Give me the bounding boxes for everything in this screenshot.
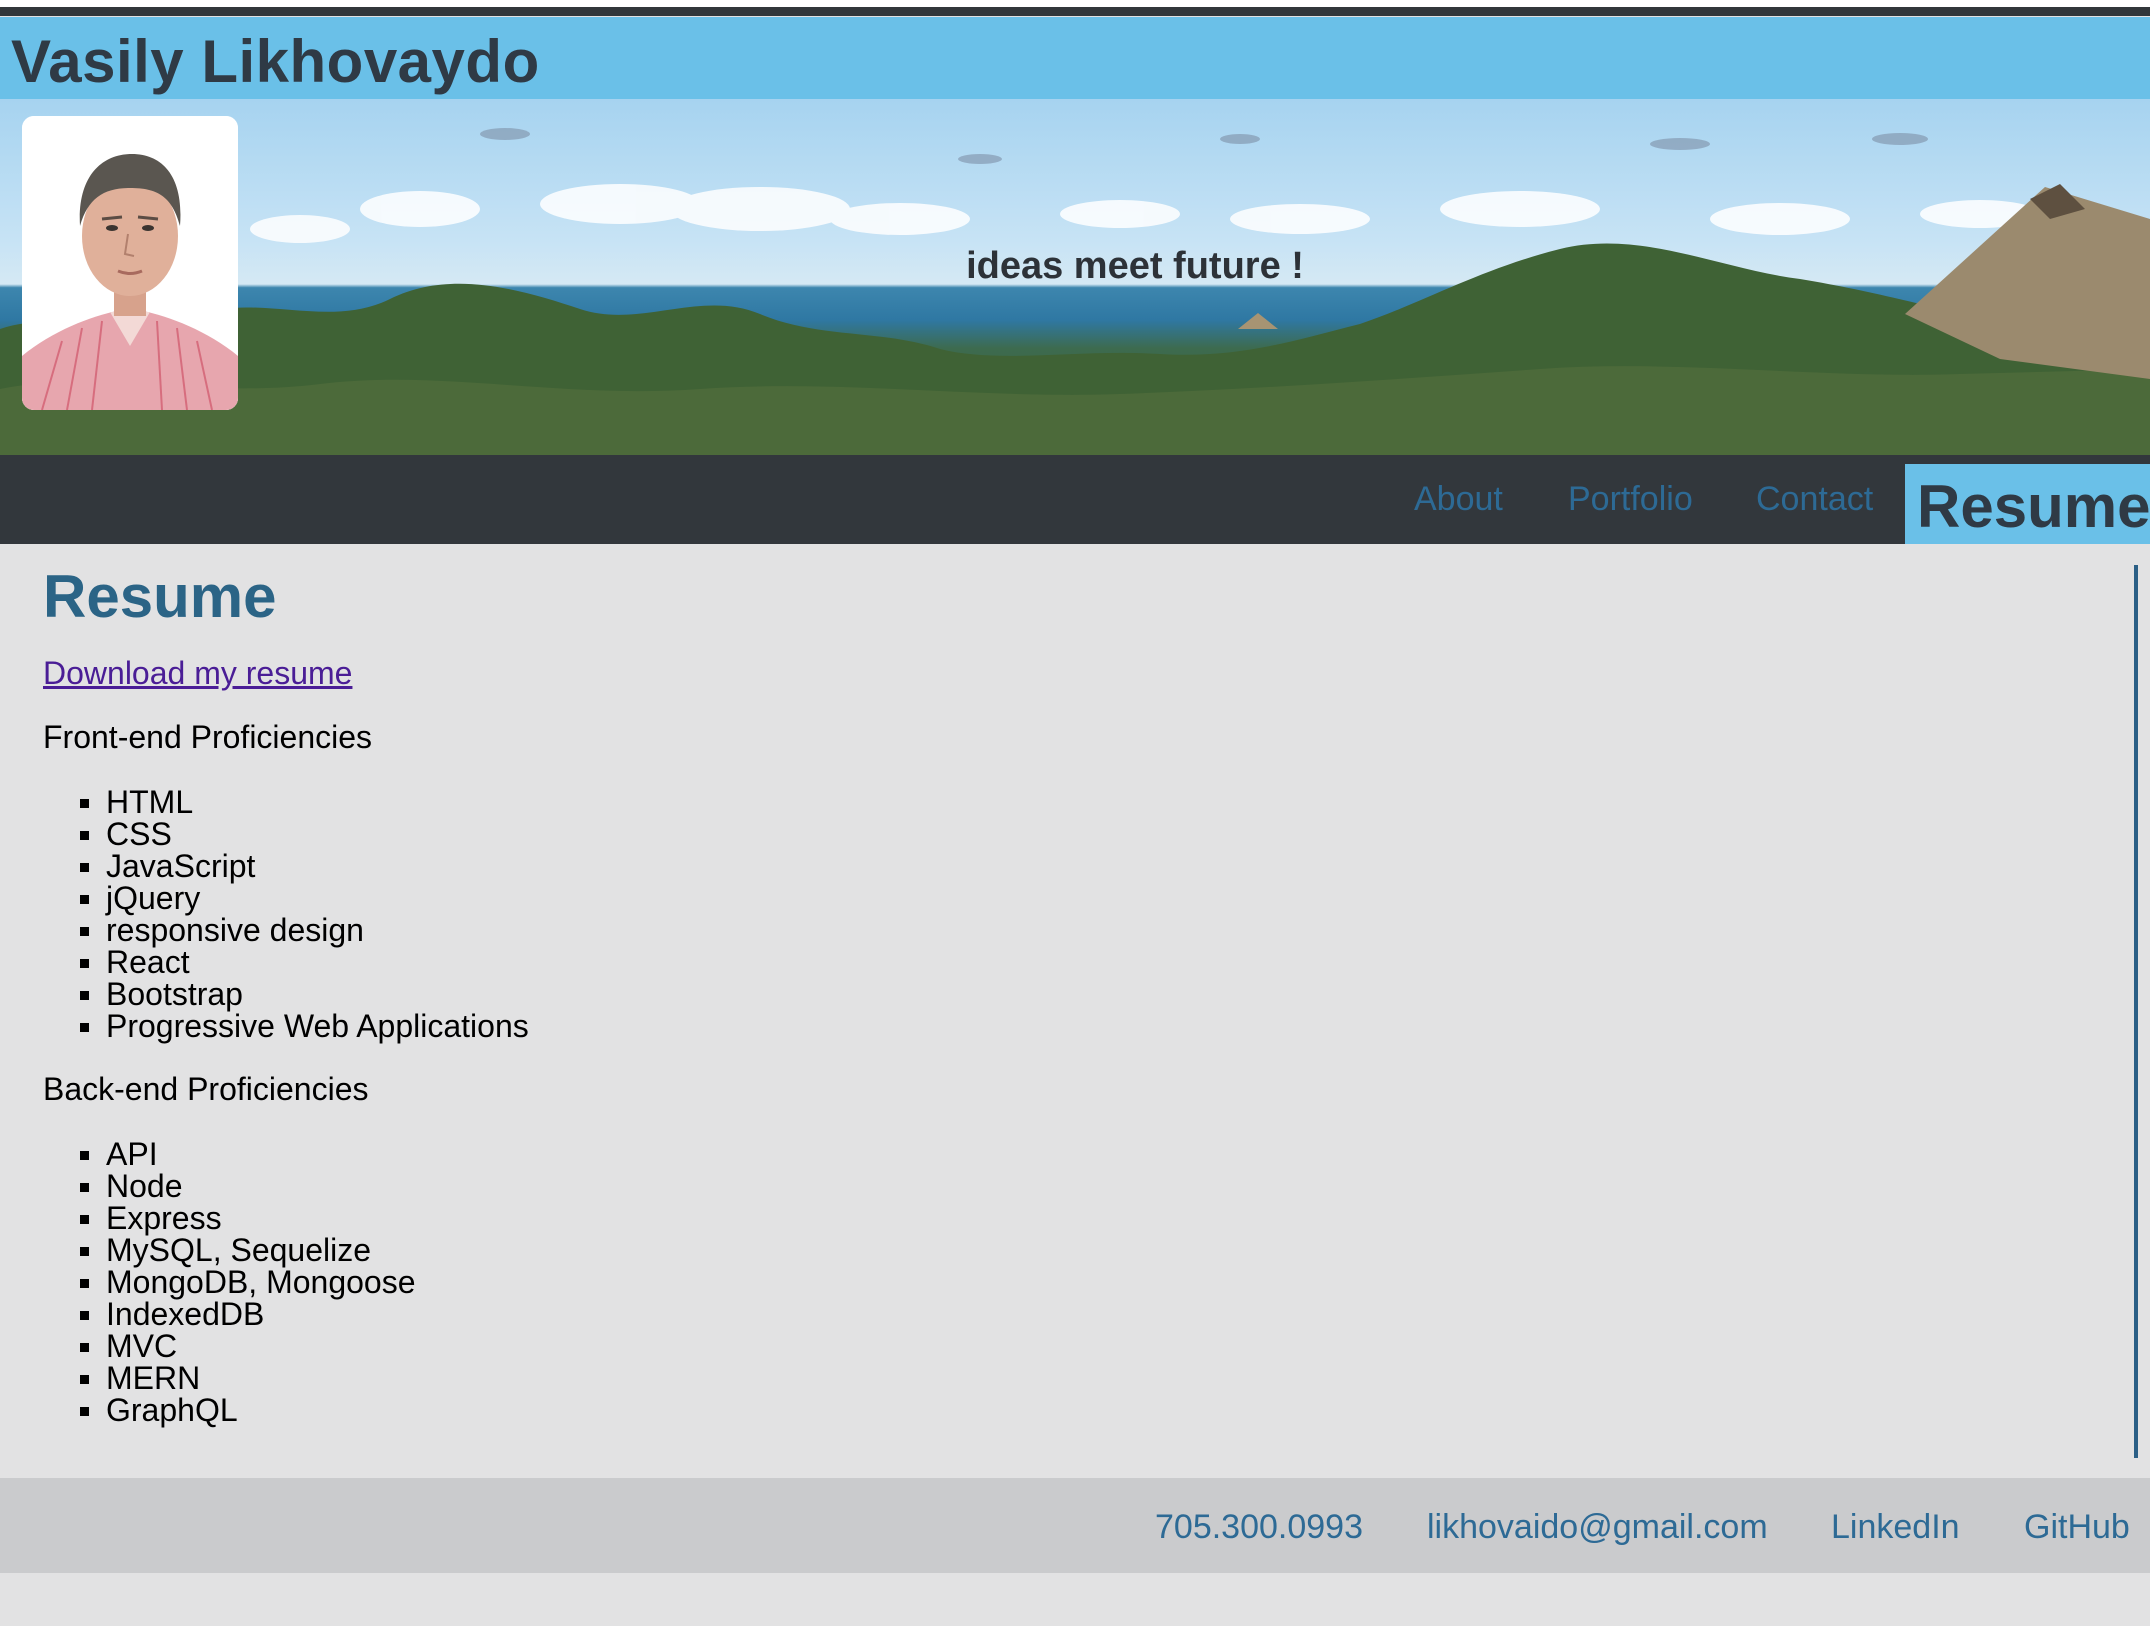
bullet-icon xyxy=(80,991,89,1000)
footer-phone-link[interactable]: 705.300.0993 xyxy=(1155,1508,1363,1547)
list-item: MERN xyxy=(0,1362,416,1394)
nav-about-link[interactable]: About xyxy=(1414,480,1503,519)
site-title: Vasily Likhovaydo xyxy=(11,28,540,95)
list-item: jQuery xyxy=(0,882,529,914)
list-item: Node xyxy=(0,1170,416,1202)
frontend-skills-list: HTML CSS JavaScript jQuery responsive de… xyxy=(0,786,529,1042)
bullet-icon xyxy=(80,1023,89,1032)
bullet-icon xyxy=(80,1311,89,1320)
nav-portfolio-link[interactable]: Portfolio xyxy=(1568,480,1693,519)
list-item: IndexedDB xyxy=(0,1298,416,1330)
bullet-icon xyxy=(80,831,89,840)
bullet-icon xyxy=(80,895,89,904)
bullet-icon xyxy=(80,1407,89,1416)
site-footer: 705.300.0993 likhovaido@gmail.com Linked… xyxy=(0,1478,2150,1573)
list-item: Express xyxy=(0,1202,416,1234)
nav-resume-active-tab[interactable]: Resume xyxy=(1905,464,2150,544)
hero-tagline: ideas meet future ! xyxy=(966,245,1304,287)
bullet-icon xyxy=(80,799,89,808)
main-navigation: About Portfolio Contact Resume xyxy=(0,455,2150,544)
frontend-heading: Front-end Proficiencies xyxy=(43,719,373,755)
site-header: Vasily Likhovaydo xyxy=(0,17,2150,99)
bullet-icon xyxy=(80,1375,89,1384)
list-item: MySQL, Sequelize xyxy=(0,1234,416,1266)
list-item: MVC xyxy=(0,1330,416,1362)
list-item: responsive design xyxy=(0,914,529,946)
bullet-icon xyxy=(80,1183,89,1192)
top-border xyxy=(0,0,2150,16)
profile-portrait-image xyxy=(22,116,238,410)
footer-email-link[interactable]: likhovaido@gmail.com xyxy=(1427,1508,1768,1547)
section-title: Resume xyxy=(43,563,277,630)
bullet-icon xyxy=(80,1247,89,1256)
nav-contact-link[interactable]: Contact xyxy=(1756,480,1873,519)
footer-github-link[interactable]: GitHub xyxy=(2024,1508,2130,1547)
bullet-icon xyxy=(80,927,89,936)
bullet-icon xyxy=(80,1215,89,1224)
nav-resume-label: Resume xyxy=(1917,473,2150,540)
section-divider xyxy=(2134,565,2138,1458)
footer-linkedin-link[interactable]: LinkedIn xyxy=(1831,1508,1960,1547)
bullet-icon xyxy=(80,863,89,872)
list-item: Progressive Web Applications xyxy=(0,1010,529,1042)
list-item: Bootstrap xyxy=(0,978,529,1010)
profile-photo xyxy=(22,116,238,410)
list-item: API xyxy=(0,1138,416,1170)
list-item: MongoDB, Mongoose xyxy=(0,1266,416,1298)
bullet-icon xyxy=(80,1343,89,1352)
list-item: JavaScript xyxy=(0,850,529,882)
hero-banner: ideas meet future ! xyxy=(0,99,2150,455)
download-resume-link[interactable]: Download my resume xyxy=(43,655,352,692)
list-item: React xyxy=(0,946,529,978)
bullet-icon xyxy=(80,959,89,968)
backend-skills-list: API Node Express MySQL, Sequelize MongoD… xyxy=(0,1138,416,1426)
list-item: CSS xyxy=(0,818,529,850)
list-item: GraphQL xyxy=(0,1394,416,1426)
bullet-icon xyxy=(80,1279,89,1288)
backend-heading: Back-end Proficiencies xyxy=(43,1071,369,1107)
list-item: HTML xyxy=(0,786,529,818)
bullet-icon xyxy=(80,1151,89,1160)
